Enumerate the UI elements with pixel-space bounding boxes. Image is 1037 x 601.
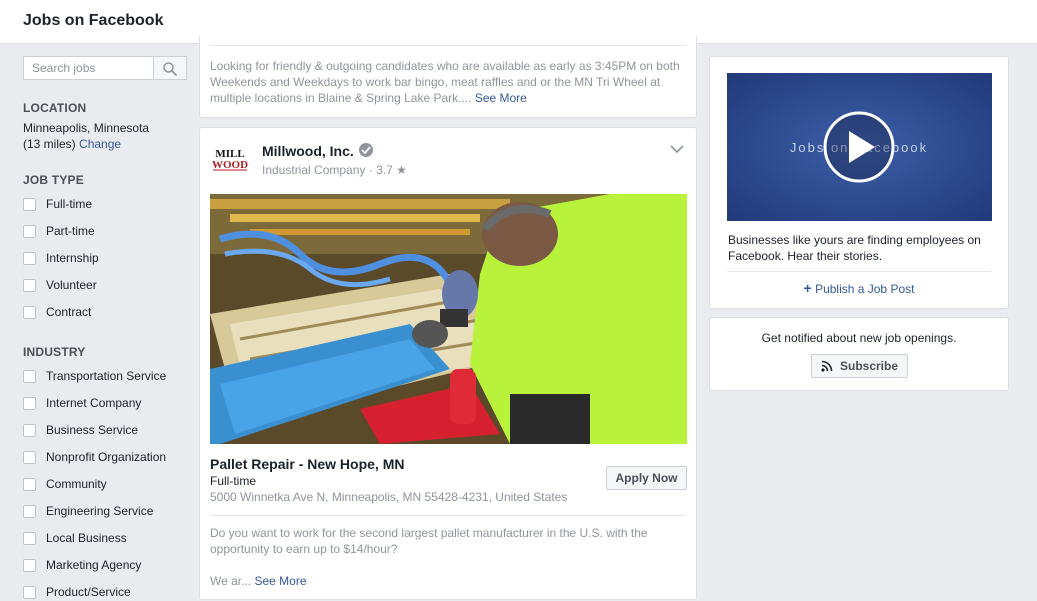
subscribe-button[interactable]: Subscribe — [811, 354, 908, 378]
checkbox[interactable] — [23, 369, 36, 383]
checkbox[interactable] — [23, 305, 36, 319]
checkbox[interactable] — [23, 251, 36, 265]
promo-video[interactable]: Jobs on Facebook — [727, 73, 992, 221]
change-location-link[interactable]: Change — [79, 137, 121, 151]
job-type-option-contract[interactable]: Contract — [23, 303, 91, 321]
company-category: Industrial Company — [262, 163, 366, 177]
industry-option-local-business[interactable]: Local Business — [23, 529, 127, 547]
checkbox[interactable] — [23, 423, 36, 437]
job-type-option-volunteer[interactable]: Volunteer — [23, 276, 97, 294]
job-description: Do you want to work for the second large… — [210, 526, 648, 556]
star-icon: ★ — [396, 163, 407, 177]
checkbox[interactable] — [23, 477, 36, 491]
filter-sidebar: LOCATION Minneapolis, Minnesota (13 mile… — [0, 45, 196, 601]
checkbox[interactable] — [23, 396, 36, 410]
location-radius: (13 miles) — [23, 137, 76, 151]
checkbox[interactable] — [23, 504, 36, 518]
job-type-option-full-time[interactable]: Full-time — [23, 195, 92, 213]
search-icon — [163, 62, 177, 76]
see-more-link[interactable]: See More — [475, 91, 527, 105]
see-more-link[interactable]: See More — [254, 574, 306, 588]
industry-option-community[interactable]: Community — [23, 475, 107, 493]
job-address: 5000 Winnetka Ave N, Minneapolis, MN 554… — [210, 490, 568, 504]
promo-text: Businesses like yours are finding employ… — [728, 233, 981, 263]
job-description: Looking for friendly & outgoing candidat… — [210, 59, 680, 105]
industry-option-engineering[interactable]: Engineering Service — [23, 502, 153, 520]
job-type-option-internship[interactable]: Internship — [23, 249, 99, 267]
job-type: Full-time — [210, 474, 257, 488]
publish-job-post-label: Publish a Job Post — [815, 282, 915, 296]
job-description-teaser: We ar... See More — [210, 574, 307, 588]
checkbox[interactable] — [23, 197, 36, 211]
checkbox[interactable] — [23, 531, 36, 545]
location-heading: LOCATION — [23, 101, 87, 115]
location-city: Minneapolis, Minnesota — [23, 121, 150, 135]
checkbox[interactable] — [23, 558, 36, 572]
industry-option-product-service[interactable]: Product/Service — [23, 583, 131, 601]
company-name[interactable]: Millwood, Inc. — [262, 143, 354, 159]
divider — [210, 45, 686, 46]
company-rating: 3.7 — [376, 163, 393, 177]
notify-card: Get notified about new job openings. Sub… — [709, 317, 1009, 391]
industry-option-nonprofit[interactable]: Nonprofit Organization — [23, 448, 166, 466]
job-type-option-part-time[interactable]: Part-time — [23, 222, 95, 240]
job-photo — [210, 194, 687, 444]
job-type-heading: JOB TYPE — [23, 173, 84, 187]
publish-job-post-link[interactable]: + Publish a Job Post — [710, 280, 1008, 296]
industry-option-business[interactable]: Business Service — [23, 421, 138, 439]
divider — [210, 515, 686, 516]
job-post-card: MILL WOOD Millwood, Inc. Industrial Comp… — [199, 127, 697, 600]
checkbox[interactable] — [23, 278, 36, 292]
logo-text-bottom: WOOD — [212, 159, 248, 171]
rss-icon — [821, 360, 833, 372]
job-title[interactable]: Pallet Repair - New Hope, MN — [210, 456, 404, 472]
job-post-card: Looking for friendly & outgoing candidat… — [199, 36, 697, 118]
apply-now-button[interactable]: Apply Now — [606, 466, 687, 490]
checkbox[interactable] — [23, 450, 36, 464]
search-input[interactable] — [23, 56, 154, 80]
company-logo[interactable]: MILL WOOD — [210, 144, 250, 176]
promo-card: Jobs on Facebook Businesses like yours a… — [709, 56, 1009, 309]
industry-heading: INDUSTRY — [23, 345, 86, 359]
divider — [727, 271, 991, 272]
industry-option-marketing[interactable]: Marketing Agency — [23, 556, 141, 574]
subscribe-label: Subscribe — [839, 359, 899, 373]
industry-option-internet[interactable]: Internet Company — [23, 394, 141, 412]
separator: · — [368, 163, 377, 177]
chevron-down-icon[interactable] — [670, 144, 684, 154]
search-box — [23, 56, 187, 80]
notify-text: Get notified about new job openings. — [761, 331, 957, 345]
location-radius-line: (13 miles) Change — [23, 136, 121, 152]
checkbox[interactable] — [23, 224, 36, 238]
verified-icon — [359, 143, 373, 157]
industry-option-transportation[interactable]: Transportation Service — [23, 367, 166, 385]
checkbox[interactable] — [23, 585, 36, 599]
page-title: Jobs on Facebook — [23, 12, 164, 29]
company-subline: Industrial Company · 3.7 ★ — [262, 163, 407, 177]
search-button[interactable] — [153, 56, 187, 80]
plus-icon: + — [803, 280, 812, 296]
